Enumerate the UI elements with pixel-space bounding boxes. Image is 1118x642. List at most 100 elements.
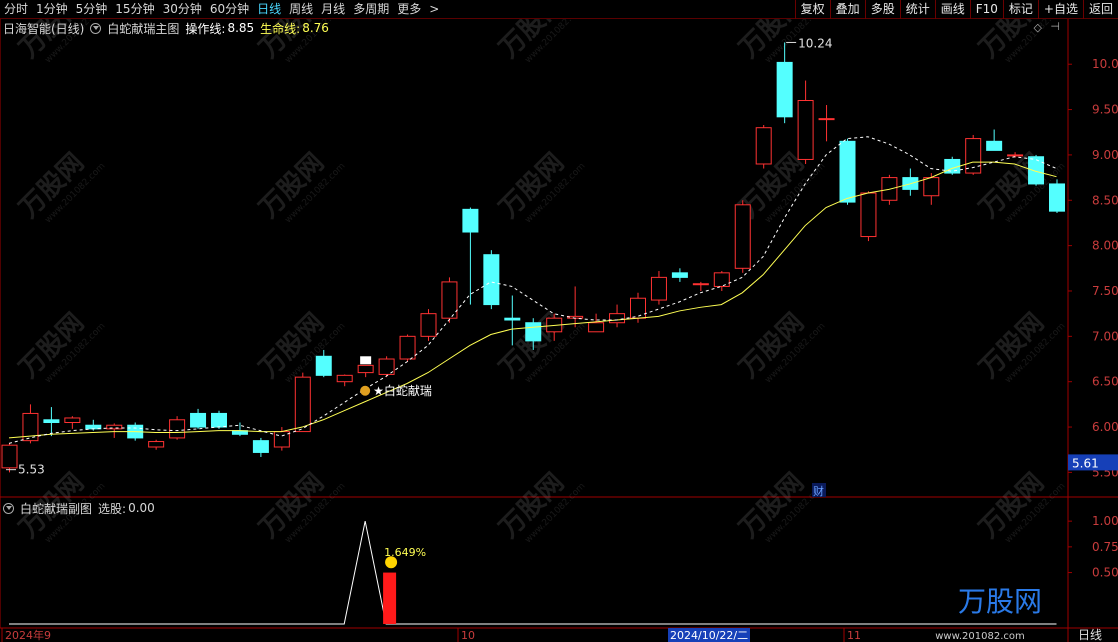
candle-body [43, 419, 60, 424]
sub-chart-title: 白蛇献瑞副图 选股: 0.00 [0, 499, 161, 517]
candle-body [839, 140, 856, 203]
candle-body [755, 127, 772, 165]
candle-body [273, 431, 290, 448]
sub-tick-label: 1.00 [1092, 514, 1118, 528]
candle-body [294, 376, 311, 433]
candle-body [483, 254, 500, 306]
op-line-value: 8.85 [227, 21, 255, 35]
watermark-tile: 万股网www.201082.com [494, 468, 588, 546]
x-axis-label: 2024年9 [5, 628, 51, 642]
toolbar-button-5[interactable]: F10 [969, 0, 1003, 19]
watermark-tile: 万股网www.201082.com [734, 308, 828, 386]
op-line-label: 操作线: [185, 21, 226, 36]
main-indicator-name[interactable]: 白蛇献瑞主图 [107, 20, 179, 37]
candle-body [1, 444, 18, 469]
candle-body [860, 192, 877, 238]
watermark-tile: 万股网www.201082.com [14, 308, 108, 386]
period-tab-10[interactable]: 更多 [393, 0, 425, 19]
sub-tick-label: 0.75 [1092, 540, 1118, 554]
money-bag-icon [360, 385, 371, 396]
select-label: 选股: [98, 501, 127, 516]
sub-indicator-name[interactable]: 白蛇献瑞副图 [20, 500, 92, 517]
high-price-label: 10.24 [798, 36, 832, 50]
candle-body [315, 355, 332, 376]
stock-name: 日海智能(日线) [3, 21, 85, 36]
x-axis-period-label: 日线 [1078, 628, 1102, 642]
candle-body [671, 272, 688, 278]
candle-body [148, 441, 165, 448]
stock-chart[interactable]: 万股网www.201082.com 万股网www.201082.com 万股网www… [0, 19, 1118, 642]
watermark-tile: 万股网www.201082.com [254, 468, 348, 546]
toolbar-button-3[interactable]: 统计 [899, 0, 935, 19]
finance-label: 财 [813, 484, 824, 498]
signal-flag-icon [360, 356, 372, 365]
candle-body [923, 177, 940, 197]
smiley-icon [385, 556, 398, 569]
period-tab-4[interactable]: 30分钟 [159, 0, 206, 19]
candle-body [713, 272, 730, 287]
candle-body [420, 313, 437, 337]
period-tab-5[interactable]: 60分钟 [206, 0, 253, 19]
diamond-icon[interactable]: ◇ [1034, 21, 1042, 34]
period-tab-3[interactable]: 15分钟 [111, 0, 158, 19]
low-price-label: 5.53 [18, 463, 45, 477]
life-line-label: 生命线: [260, 21, 301, 36]
candle-body [1028, 156, 1045, 185]
candle-body [797, 99, 814, 160]
period-toolbar: 分时 1分钟 5分钟 15分钟 30分钟 60分钟 日线 周线 月线 多周期 更多 > 复权 叠加 多股统… [0, 0, 1118, 19]
candle-body [169, 419, 186, 439]
candle-body [252, 440, 269, 453]
period-tab-9[interactable]: 多周期 [349, 0, 393, 19]
price-tick-label: 8.00 [1092, 239, 1118, 253]
price-tick-label: 6.50 [1092, 375, 1118, 389]
sub-indicator-menu-icon[interactable] [3, 502, 14, 514]
period-tab-0[interactable]: 分时 [0, 0, 32, 19]
price-tick-label: 10.00 [1092, 57, 1118, 71]
candle-body [211, 412, 227, 428]
price-tick-label: 9.00 [1092, 148, 1118, 162]
life-line-value: 8.76 [302, 21, 329, 35]
price-tick-label: 7.00 [1092, 329, 1118, 343]
toolbar-button-8[interactable]: 返回 [1082, 0, 1118, 19]
candle-body [441, 281, 458, 319]
candle-body [1049, 183, 1065, 212]
price-tick-label: 8.50 [1092, 193, 1118, 207]
x-axis-label: 11 [847, 629, 861, 642]
toolbar-button-0[interactable]: 复权 [794, 0, 830, 19]
more-chevron-icon[interactable]: > [425, 0, 443, 19]
main-chart-title: 日海智能(日线) 白蛇献瑞主图 操作线: 8.85 生命线: 8.76 [0, 19, 1070, 37]
watermark-layer: 万股网www.201082.com 万股网www.201082.com 万股网www… [14, 19, 1068, 546]
candle-body [692, 283, 709, 286]
candle-body [630, 297, 646, 319]
candle-body [357, 364, 374, 374]
pin-icon[interactable]: ⊣ [1050, 20, 1060, 33]
period-tab-2[interactable]: 5分钟 [72, 0, 112, 19]
signal-label: ★白蛇献瑞 [373, 383, 432, 398]
period-tab-8[interactable]: 月线 [317, 0, 349, 19]
toolbar-button-4[interactable]: 画线 [934, 0, 970, 19]
price-tick-label: 7.50 [1092, 284, 1118, 298]
candle-body [609, 313, 626, 324]
period-tab-6[interactable]: 日线 [253, 0, 285, 19]
period-tab-1[interactable]: 1分钟 [32, 0, 72, 19]
select-value: 0.00 [128, 501, 155, 515]
toolbar-button-7[interactable]: +自选 [1037, 0, 1083, 19]
toolbar-button-6[interactable]: 标记 [1002, 0, 1038, 19]
sub-tick-label: 0.50 [1092, 566, 1118, 580]
period-tabs: 分时 1分钟 5分钟 15分钟 30分钟 60分钟 日线 周线 月线 多周期 更多 > [0, 0, 443, 19]
candle-body [818, 118, 835, 121]
indicator-menu-icon[interactable] [90, 22, 102, 34]
candle-body [1007, 154, 1024, 157]
candle-body [462, 208, 479, 233]
period-tab-7[interactable]: 周线 [285, 0, 317, 19]
candle-body [399, 335, 416, 360]
toolbar-button-1[interactable]: 叠加 [829, 0, 865, 19]
candle-body [776, 61, 793, 118]
watermark-tile: 万股网www.201082.com [494, 308, 588, 386]
price-tick-label: 6.00 [1092, 420, 1118, 434]
watermark-tile: 万股网www.201082.com [254, 148, 348, 226]
brand-logo: 万股网 [958, 585, 1042, 618]
toolbar-button-2[interactable]: 多股 [864, 0, 900, 19]
watermark-tile: 万股网www.201082.com [974, 468, 1068, 546]
x-axis-label: 2024/10/22/二 [670, 629, 748, 642]
